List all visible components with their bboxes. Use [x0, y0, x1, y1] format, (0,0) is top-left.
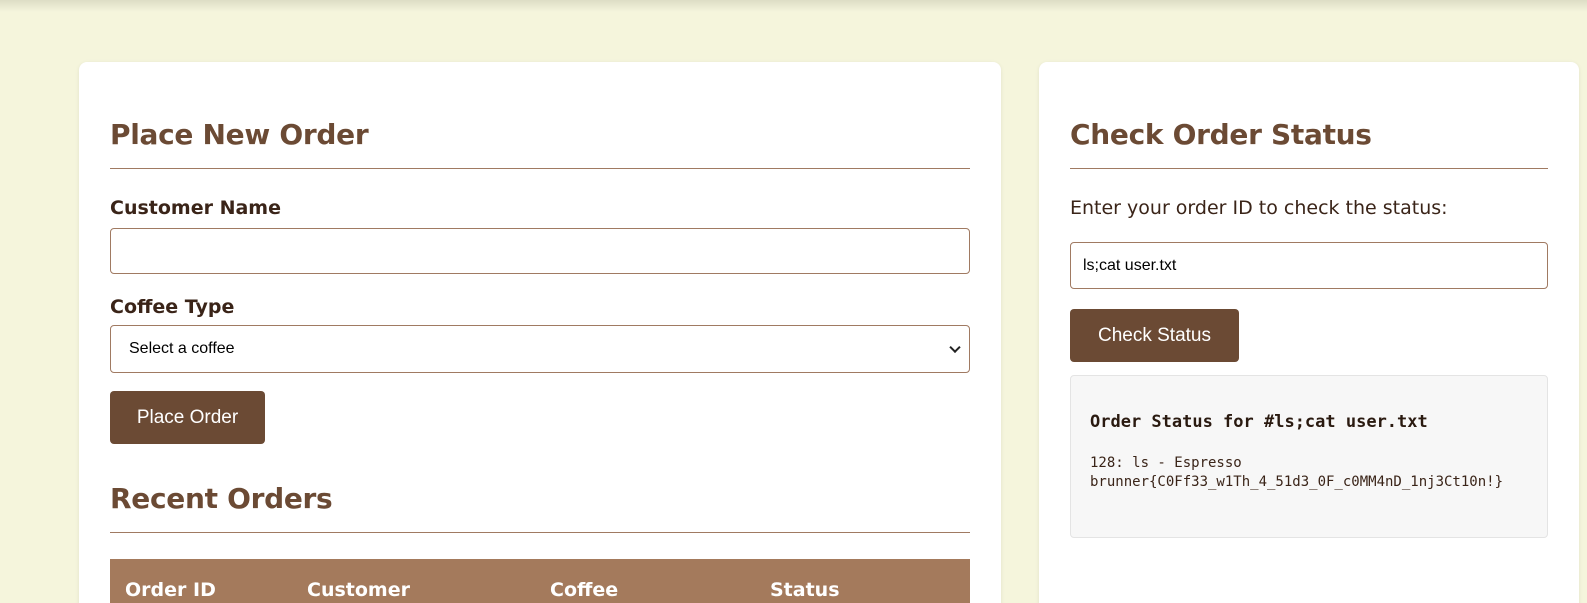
order-status-result-line: 128: ls - Espresso: [1090, 455, 1242, 471]
column-header-coffee[interactable]: Coffee: [550, 579, 618, 601]
order-status-result-title: Order Status for #ls;cat user.txt: [1090, 412, 1428, 432]
coffee-type-select[interactable]: Select a coffee: [110, 325, 970, 373]
column-header-status[interactable]: Status: [770, 579, 840, 601]
place-order-title: Place New Order: [110, 118, 369, 151]
place-order-button[interactable]: Place Order: [110, 391, 265, 444]
customer-name-label: Customer Name: [110, 197, 281, 219]
customer-name-input[interactable]: [110, 228, 970, 274]
order-id-prompt: Enter your order ID to check the status:: [1070, 197, 1448, 219]
coffee-type-label: Coffee Type: [110, 296, 235, 318]
coffee-type-selected: Select a coffee: [129, 340, 235, 357]
order-status-result-line: brunner{C0Ff33_w1Th_4_51d3_0F_c0MM4nD_1n…: [1090, 474, 1504, 490]
check-status-button[interactable]: Check Status: [1070, 309, 1239, 362]
check-status-divider: [1070, 168, 1548, 169]
check-status-panel: Check Order Status Enter your order ID t…: [1039, 62, 1579, 603]
recent-orders-divider: [110, 532, 970, 533]
orders-table-header: Order ID Customer Coffee Status: [110, 559, 970, 603]
top-bar-shadow: [0, 0, 1587, 12]
recent-orders-title: Recent Orders: [110, 482, 333, 515]
place-order-divider: [110, 168, 970, 169]
order-status-result: Order Status for #ls;cat user.txt 128: l…: [1070, 375, 1548, 538]
column-header-order-id[interactable]: Order ID: [125, 579, 216, 601]
column-header-customer[interactable]: Customer: [307, 579, 410, 601]
chevron-down-icon: [949, 341, 961, 354]
check-status-title: Check Order Status: [1070, 118, 1372, 151]
place-order-panel: Place New Order Customer Name Coffee Typ…: [79, 62, 1001, 603]
order-id-input[interactable]: [1070, 242, 1548, 289]
